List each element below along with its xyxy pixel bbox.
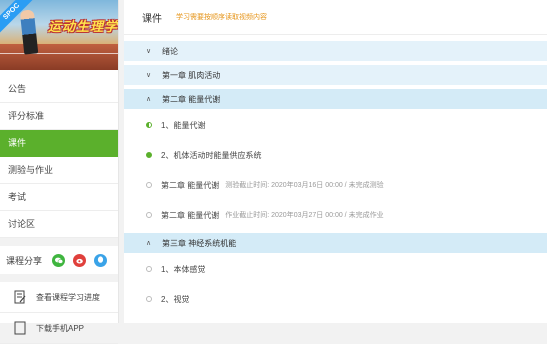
weibo-icon[interactable] xyxy=(73,253,87,267)
nav-item-grading[interactable]: 评分标准 xyxy=(0,103,118,130)
nav-item-quizzes[interactable]: 测验与作业 xyxy=(0,157,118,184)
quiz-item[interactable]: 第二章 能量代谢 测验截止时间: 2020年03月16日 00:00 / 未完成… xyxy=(124,173,547,197)
chapter-2[interactable]: ∧ 第二章 能量代谢 xyxy=(124,89,547,109)
homework-item[interactable]: 第二章 能量代谢 作业截止时间: 2020年03月27日 00:00 / 未完成… xyxy=(124,203,547,227)
course-sidebar: 运动生理学 SPOC 公告 评分标准 课件 测验与作业 考试 讨论区 课程分享 … xyxy=(0,0,119,344)
qq-icon[interactable] xyxy=(94,253,108,267)
page-title: 课件 xyxy=(142,13,162,25)
homework-label: 第二章 能量代谢 xyxy=(161,210,220,220)
progress-icon xyxy=(14,290,26,304)
courseware-header: 课件 学习需要按顺序读取视频内容 xyxy=(124,0,547,35)
chevron-down-icon: ∨ xyxy=(146,72,152,79)
nav-item-exam[interactable]: 考试 xyxy=(0,184,118,211)
lesson-item[interactable]: 2、视觉 xyxy=(124,287,547,311)
chevron-up-icon: ∧ xyxy=(146,240,152,247)
chevron-down-icon: ∨ xyxy=(146,48,152,55)
course-banner-image: 运动生理学 SPOC xyxy=(0,0,118,70)
course-nav: 公告 评分标准 课件 测验与作业 考试 讨论区 xyxy=(0,76,118,238)
quiz-label: 第二章 能量代谢 xyxy=(161,180,220,190)
progress-empty-icon xyxy=(146,266,152,272)
chapter-3[interactable]: ∧ 第三章 神经系统机能 xyxy=(124,233,547,253)
progress-full-icon xyxy=(146,152,152,158)
chapter-1[interactable]: ∨ 第一章 肌肉活动 xyxy=(124,65,547,85)
wechat-icon[interactable] xyxy=(52,253,66,267)
learning-progress-label: 查看课程学习进度 xyxy=(36,292,100,302)
lesson-item[interactable]: 1、本体感觉 xyxy=(124,257,547,281)
chapter-label: 第二章 能量代谢 xyxy=(162,94,221,104)
nav-item-announcements[interactable]: 公告 xyxy=(0,76,118,103)
course-art-title: 运动生理学 xyxy=(48,20,118,35)
chapter-label: 绪论 xyxy=(162,46,178,56)
share-label: 课程分享 xyxy=(6,255,43,266)
quiz-deadline: 测验截止时间: 2020年03月16日 00:00 / 未完成测验 xyxy=(225,182,384,189)
download-app-link[interactable]: 下载手机APP xyxy=(0,313,118,344)
running-track xyxy=(0,44,118,70)
lesson-item[interactable]: 1、能量代谢 xyxy=(124,113,547,137)
chapter-label: 第三章 神经系统机能 xyxy=(162,238,237,248)
progress-empty-icon xyxy=(146,182,152,188)
phone-icon xyxy=(14,321,26,335)
progress-half-icon xyxy=(146,122,152,128)
nav-item-courseware[interactable]: 课件 xyxy=(0,130,118,157)
progress-empty-icon xyxy=(146,212,152,218)
download-app-label: 下载手机APP xyxy=(36,323,85,333)
course-share: 课程分享 xyxy=(0,238,118,282)
lesson-label: 2、视觉 xyxy=(161,294,190,304)
courseware-panel: 课件 学习需要按顺序读取视频内容 ∨ 绪论 ∨ 第一章 肌肉活动 ∧ 第二章 能… xyxy=(124,0,547,323)
chapter-label: 第一章 肌肉活动 xyxy=(162,70,221,80)
lesson-label: 1、能量代谢 xyxy=(161,120,206,130)
learning-progress-link[interactable]: 查看课程学习进度 xyxy=(0,282,118,313)
chevron-up-icon: ∧ xyxy=(146,96,152,103)
nav-item-forum[interactable]: 讨论区 xyxy=(0,211,118,238)
lesson-label: 2、机体活动时能量供应系统 xyxy=(161,150,262,160)
chapter-list: ∨ 绪论 ∨ 第一章 肌肉活动 ∧ 第二章 能量代谢 1、能量代谢 2、机体活动… xyxy=(124,35,547,311)
order-hint: 学习需要按顺序读取视频内容 xyxy=(176,14,267,21)
progress-empty-icon xyxy=(146,296,152,302)
homework-deadline: 作业截止时间: 2020年03月27日 00:00 / 未完成作业 xyxy=(225,212,384,219)
lesson-label: 1、本体感觉 xyxy=(161,264,206,274)
chapter-intro[interactable]: ∨ 绪论 xyxy=(124,41,547,61)
lesson-item[interactable]: 2、机体活动时能量供应系统 xyxy=(124,143,547,167)
